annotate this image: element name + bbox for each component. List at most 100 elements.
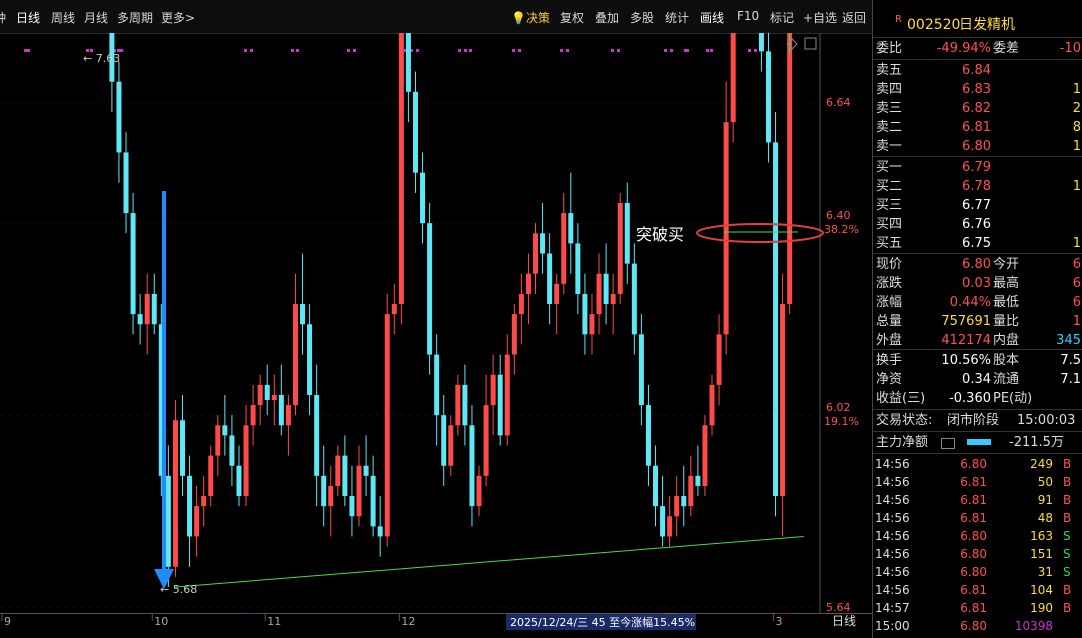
candle	[730, 33, 736, 143]
candle-body	[660, 506, 666, 537]
tab-more[interactable]: 更多>	[161, 9, 195, 26]
ask-label: 卖二	[876, 120, 903, 135]
candle-body	[483, 405, 489, 476]
candle	[695, 445, 701, 497]
ask-volume: 1	[1072, 82, 1081, 97]
ask-row: 卖三 6.82 2	[873, 99, 1082, 118]
ask-price: 6.84	[962, 63, 991, 78]
candle	[109, 33, 115, 113]
chart-toolbar: 钟 日线 周线 月线 多周期 更多> 💡决策 复权 叠加 多股 统计 画线 F1…	[0, 0, 872, 34]
candle	[356, 445, 362, 527]
candle	[653, 445, 659, 527]
candle	[300, 253, 306, 355]
ask-volume: 8	[1072, 120, 1081, 135]
ask-row: 卖四 6.83 1	[873, 80, 1082, 99]
candle	[116, 61, 122, 183]
stats-value: -0.360	[949, 391, 991, 406]
candle	[667, 496, 673, 547]
candle-body	[469, 425, 475, 507]
candle	[130, 192, 136, 335]
tick-price: 6.81	[960, 511, 987, 525]
stock-header: R 002520 日发精机	[873, 14, 1082, 36]
tab-monthly[interactable]: 月线	[84, 9, 108, 26]
tick-side: S	[1063, 547, 1071, 561]
quote-label: 量比	[993, 314, 1020, 329]
candle	[384, 293, 390, 547]
candle-body	[787, 33, 793, 305]
flow-table-icon[interactable]	[941, 438, 955, 449]
candle-body	[300, 304, 306, 325]
candle	[405, 33, 411, 123]
candle-body	[222, 425, 228, 436]
candle-body	[116, 81, 122, 153]
tab-minute[interactable]: 钟	[0, 9, 6, 26]
down-arrow-icon[interactable]	[154, 191, 174, 589]
add-watchlist-button[interactable]: +自选	[803, 9, 837, 26]
decision-button[interactable]: 💡决策	[511, 9, 550, 26]
candle-body	[518, 293, 524, 315]
candle	[370, 455, 376, 537]
candle	[201, 475, 207, 527]
candle	[342, 435, 348, 507]
quote-value: 6	[1072, 295, 1081, 310]
candle	[490, 354, 496, 436]
bid-row: 买四 6.76	[873, 215, 1082, 234]
tick-volume: 31	[1037, 565, 1053, 579]
candle-body	[674, 496, 680, 517]
tick-time: 14:56	[875, 529, 910, 543]
candle-body	[533, 233, 538, 274]
tab-weekly[interactable]: 周线	[51, 9, 75, 26]
candle-body	[780, 304, 786, 497]
signal-dot	[566, 49, 569, 52]
bid-price: 6.75	[962, 236, 991, 251]
stock-name: 日发精机	[959, 17, 1015, 33]
candle-body	[730, 33, 736, 123]
candle	[222, 394, 228, 456]
signal-dot	[464, 49, 467, 52]
f10-button[interactable]: F10	[737, 9, 759, 23]
breakout-ellipse[interactable]	[696, 223, 824, 243]
event-marker-text: 预	[665, 613, 676, 614]
candle	[765, 33, 771, 163]
restore-rights-button[interactable]: 复权	[560, 9, 584, 26]
month-label: 3	[776, 615, 783, 628]
statistics-button[interactable]: 统计	[665, 9, 689, 26]
candle	[497, 354, 503, 446]
tick-time: 14:56	[875, 547, 910, 561]
tab-multi-period[interactable]: 多周期	[117, 9, 153, 26]
main-flow-row: 主力净额 -211.5万	[873, 433, 1082, 452]
multi-stock-button[interactable]: 多股	[630, 9, 654, 26]
candle	[462, 364, 468, 446]
mark-button[interactable]: 标记	[770, 9, 794, 26]
ask-label: 卖一	[876, 139, 903, 154]
candle	[137, 293, 143, 345]
candle-body	[582, 293, 588, 335]
candle	[377, 496, 383, 557]
window-box-icon[interactable]	[804, 37, 817, 50]
candle-body	[264, 384, 270, 401]
candle-body	[773, 142, 779, 497]
candle	[568, 172, 574, 274]
tick-time: 15:00	[875, 619, 910, 633]
candle-body	[328, 485, 334, 507]
candle-body	[504, 354, 510, 436]
candle-body	[497, 374, 503, 436]
candle-body	[285, 405, 291, 426]
candle	[624, 182, 630, 284]
overlay-button[interactable]: 叠加	[595, 9, 619, 26]
quote-row: 涨跌 0.03 最高 6	[873, 274, 1082, 293]
stats-value: 10.56%	[941, 353, 991, 368]
tab-daily[interactable]: 日线	[16, 9, 40, 26]
trend-line[interactable]	[175, 535, 804, 588]
tick-price: 6.81	[960, 583, 987, 597]
ask-price: 6.80	[962, 139, 991, 154]
draw-line-button[interactable]: 画线	[700, 9, 724, 26]
candlestick-chart[interactable]: 6.8761.8%6.646.4038.2%6.0219.1%5.6480.9%…	[0, 33, 872, 613]
back-button[interactable]: 返回	[842, 9, 866, 26]
stats-label: 股本	[993, 353, 1020, 368]
candle-body	[292, 304, 298, 406]
tick-side: S	[1063, 529, 1071, 543]
candle-body	[462, 384, 468, 426]
order-diff-value: -10	[1059, 41, 1081, 56]
period-indicator-button[interactable]: 日线	[832, 614, 856, 628]
